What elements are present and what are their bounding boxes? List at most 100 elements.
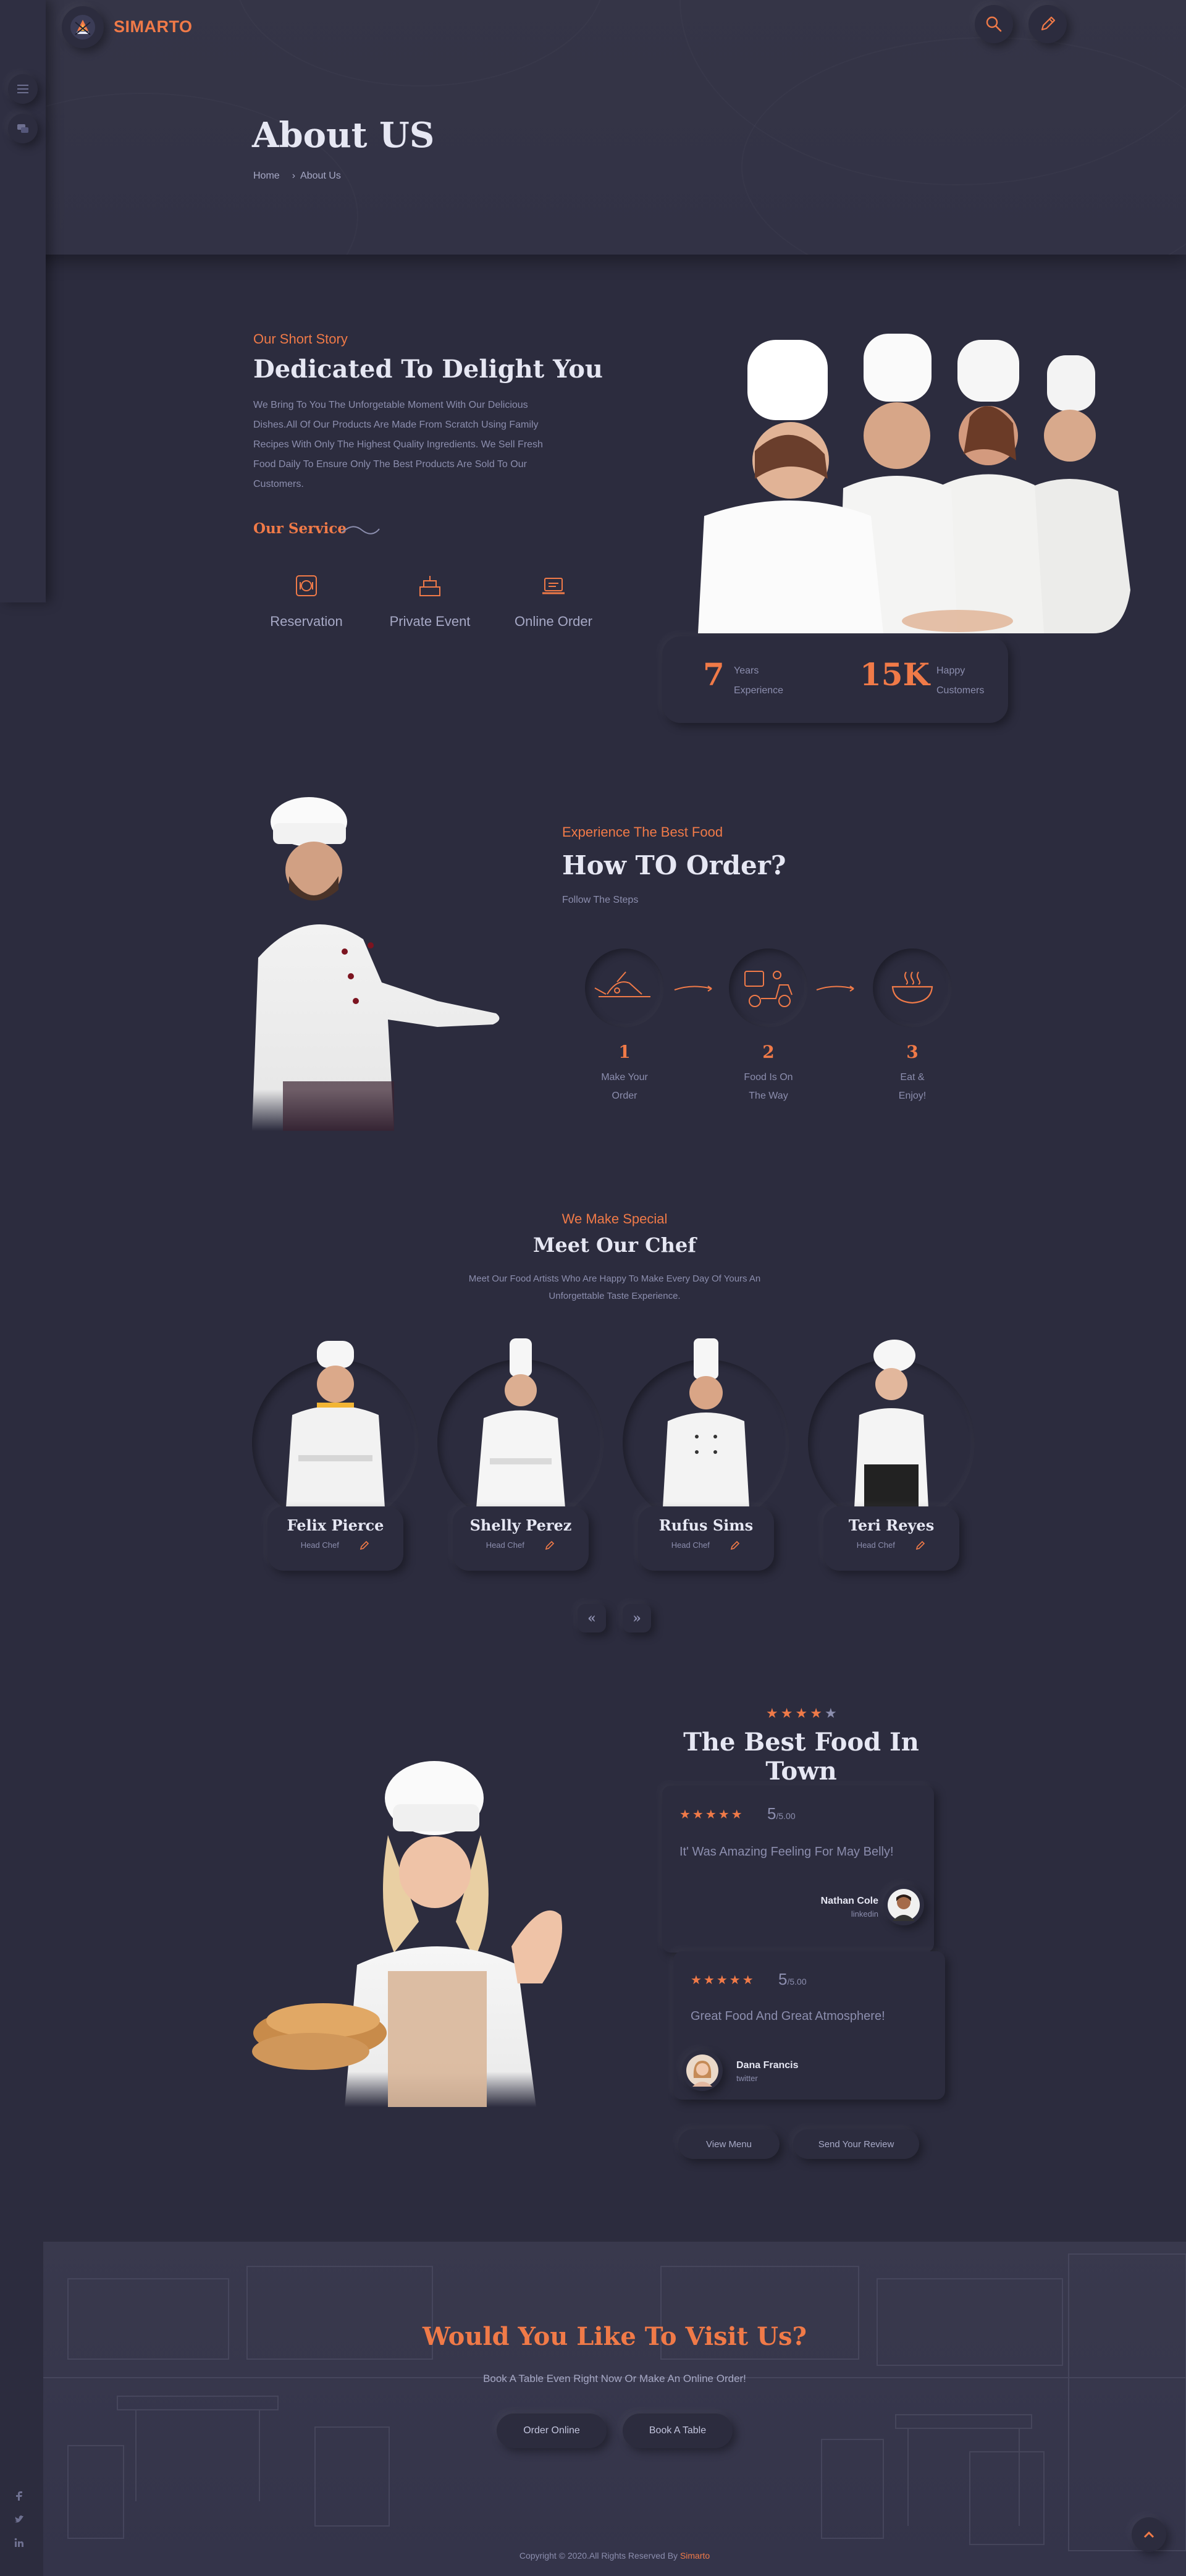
chef-card[interactable]: Felix Pierce Head Chef bbox=[252, 1335, 419, 1607]
menu-button[interactable] bbox=[8, 74, 38, 104]
service-online-order[interactable]: Online Order bbox=[492, 572, 615, 630]
chefs-subtitle: Meet Our Food Artists Who Are Happy To M… bbox=[0, 1270, 1186, 1305]
service-private-event[interactable]: Private Event bbox=[368, 572, 492, 630]
stat-line: Happy bbox=[936, 665, 965, 676]
review-card: ★★★★★ 5/5.00 Great Food And Great Atmosp… bbox=[673, 1951, 945, 2100]
send-review-button[interactable]: Send Your Review bbox=[793, 2129, 919, 2159]
chefs-title: Meet Our Chef bbox=[532, 1233, 697, 1257]
story-title: Dedicated To Delight You bbox=[253, 355, 603, 384]
service-reservation[interactable]: Reservation bbox=[245, 572, 368, 630]
avatar bbox=[883, 1885, 924, 1925]
breadcrumb-current: About Us bbox=[300, 171, 341, 181]
step-number: 1 bbox=[618, 1042, 631, 1062]
chef-name: Rufus Sims bbox=[658, 1516, 754, 1534]
star-filled-icon: ★ bbox=[795, 1705, 810, 1721]
carousel-next-button[interactable]: » bbox=[623, 1604, 651, 1632]
step-label: Make Your Order bbox=[563, 1068, 686, 1105]
chef-thumbs-up-image bbox=[252, 1761, 562, 2107]
chef-card[interactable]: Rufus Sims Head Chef bbox=[623, 1335, 789, 1607]
social-links bbox=[14, 2490, 30, 2548]
facebook-icon[interactable] bbox=[14, 2490, 25, 2501]
stat-years-label: Years Experience bbox=[734, 661, 783, 701]
service-label: Private Event bbox=[389, 614, 471, 629]
reviewer-info: Dana Francis twitter bbox=[736, 2060, 798, 2083]
step-label-line: Eat & bbox=[900, 1072, 925, 1083]
bowl-icon bbox=[891, 971, 933, 1004]
twitter-icon[interactable] bbox=[14, 2514, 25, 2525]
reviewer-info: Nathan Cole linkedin bbox=[810, 1896, 878, 1919]
stat-line: Years bbox=[734, 665, 759, 676]
chef-card[interactable]: Teri Reyes Head Chef bbox=[808, 1335, 975, 1607]
step-label-line: Food Is On bbox=[744, 1072, 793, 1083]
scroll-top-button[interactable] bbox=[1132, 2517, 1166, 2552]
edit-icon bbox=[1041, 16, 1056, 31]
order-online-button[interactable]: Order Online bbox=[497, 2413, 607, 2448]
step-label-line: Make Your bbox=[601, 1072, 648, 1083]
breadcrumb: Home › About Us bbox=[253, 171, 341, 182]
story-line: We Bring To You The Unforgetable Moment … bbox=[253, 400, 528, 410]
edit-button[interactable] bbox=[1028, 5, 1067, 43]
brand-name[interactable]: SIMARTO bbox=[114, 17, 193, 36]
star-empty-icon: ★ bbox=[824, 1705, 839, 1721]
chef-info: Rufus Sims Head Chef bbox=[638, 1506, 774, 1571]
story-eyebrow: Our Short Story bbox=[253, 331, 348, 347]
review-score-max: /5.00 bbox=[787, 1977, 807, 1987]
service-heading: Our Service bbox=[253, 520, 347, 537]
review-score: 5/5.00 bbox=[767, 1804, 796, 1823]
review-card: ★★★★★ 5/5.00 It' Was Amazing Feeling For… bbox=[662, 1786, 934, 1953]
chat-icon bbox=[17, 124, 28, 133]
review-stars: ★★★★★ bbox=[691, 1974, 755, 1987]
service-label: Online Order bbox=[515, 614, 592, 629]
chef-card[interactable]: Shelly Perez Head Chef bbox=[437, 1335, 604, 1607]
search-button[interactable] bbox=[975, 5, 1013, 43]
step-arrow-icon bbox=[674, 986, 712, 992]
chef-logo-icon bbox=[70, 15, 95, 40]
chat-button[interactable] bbox=[8, 114, 38, 143]
step-label: Food Is On The Way bbox=[707, 1068, 830, 1105]
laptop-icon bbox=[542, 578, 565, 594]
visit-banner: Would You Like To Visit Us? Book A Table… bbox=[43, 2242, 1186, 2576]
view-menu-button[interactable]: View Menu bbox=[678, 2129, 780, 2159]
chef-role: Head Chef bbox=[671, 1540, 710, 1550]
order-icon bbox=[594, 971, 650, 997]
delivery-icon bbox=[744, 971, 793, 1007]
review-score: 5/5.00 bbox=[778, 1970, 807, 1989]
copyright-brand[interactable]: Simarto bbox=[680, 2551, 710, 2561]
story-line: Food Daily To Ensure Only The Best Produ… bbox=[253, 459, 527, 470]
stat-years-value: 7 bbox=[703, 656, 725, 693]
edit-icon[interactable] bbox=[359, 1540, 370, 1551]
book-table-button[interactable]: Book A Table bbox=[623, 2413, 733, 2448]
step-number: 2 bbox=[762, 1042, 775, 1062]
restaurant-background bbox=[43, 2253, 1186, 2551]
story-line: Recipes With Only The Highest Quality In… bbox=[253, 439, 543, 450]
logo[interactable] bbox=[62, 6, 104, 48]
chevron-up-icon bbox=[1143, 2531, 1154, 2538]
step-label: Eat & Enjoy! bbox=[851, 1068, 974, 1105]
reviews-title: The Best Food In Town bbox=[683, 1728, 919, 1786]
chef-pointing-image bbox=[252, 797, 500, 1131]
star-filled-icon: ★ bbox=[766, 1705, 781, 1721]
edit-icon[interactable] bbox=[730, 1540, 741, 1551]
review-stars: ★★★★★ bbox=[679, 1808, 744, 1822]
edit-icon[interactable] bbox=[915, 1540, 926, 1551]
step-2: 2 Food Is On The Way bbox=[707, 1042, 830, 1105]
story-line: Dishes.All Of Our Products Are Made From… bbox=[253, 420, 539, 430]
cta-subtitle: Book A Table Even Right Now Or Make An O… bbox=[483, 2373, 746, 2384]
carousel-prev-button[interactable]: « bbox=[578, 1604, 606, 1632]
reviewer-source: linkedin bbox=[851, 1909, 878, 1919]
step-label-line: Order bbox=[612, 1091, 637, 1101]
step-delivery bbox=[729, 948, 808, 1028]
reviewer-avatar bbox=[888, 1889, 920, 1921]
review-text: It' Was Amazing Feeling For May Belly! bbox=[679, 1845, 894, 1859]
chef-photo bbox=[663, 1338, 749, 1508]
story-line: Customers. bbox=[253, 479, 304, 489]
linkedin-icon[interactable] bbox=[14, 2537, 25, 2548]
step-1: 1 Make Your Order bbox=[563, 1042, 686, 1105]
edit-icon[interactable] bbox=[544, 1540, 555, 1551]
chef-name: Teri Reyes bbox=[848, 1516, 935, 1534]
chef-role: Head Chef bbox=[486, 1540, 524, 1550]
reviewer-name: Nathan Cole bbox=[820, 1896, 878, 1906]
breadcrumb-home[interactable]: Home bbox=[253, 171, 280, 182]
event-icon bbox=[419, 576, 440, 596]
reservation-icon bbox=[296, 575, 317, 596]
